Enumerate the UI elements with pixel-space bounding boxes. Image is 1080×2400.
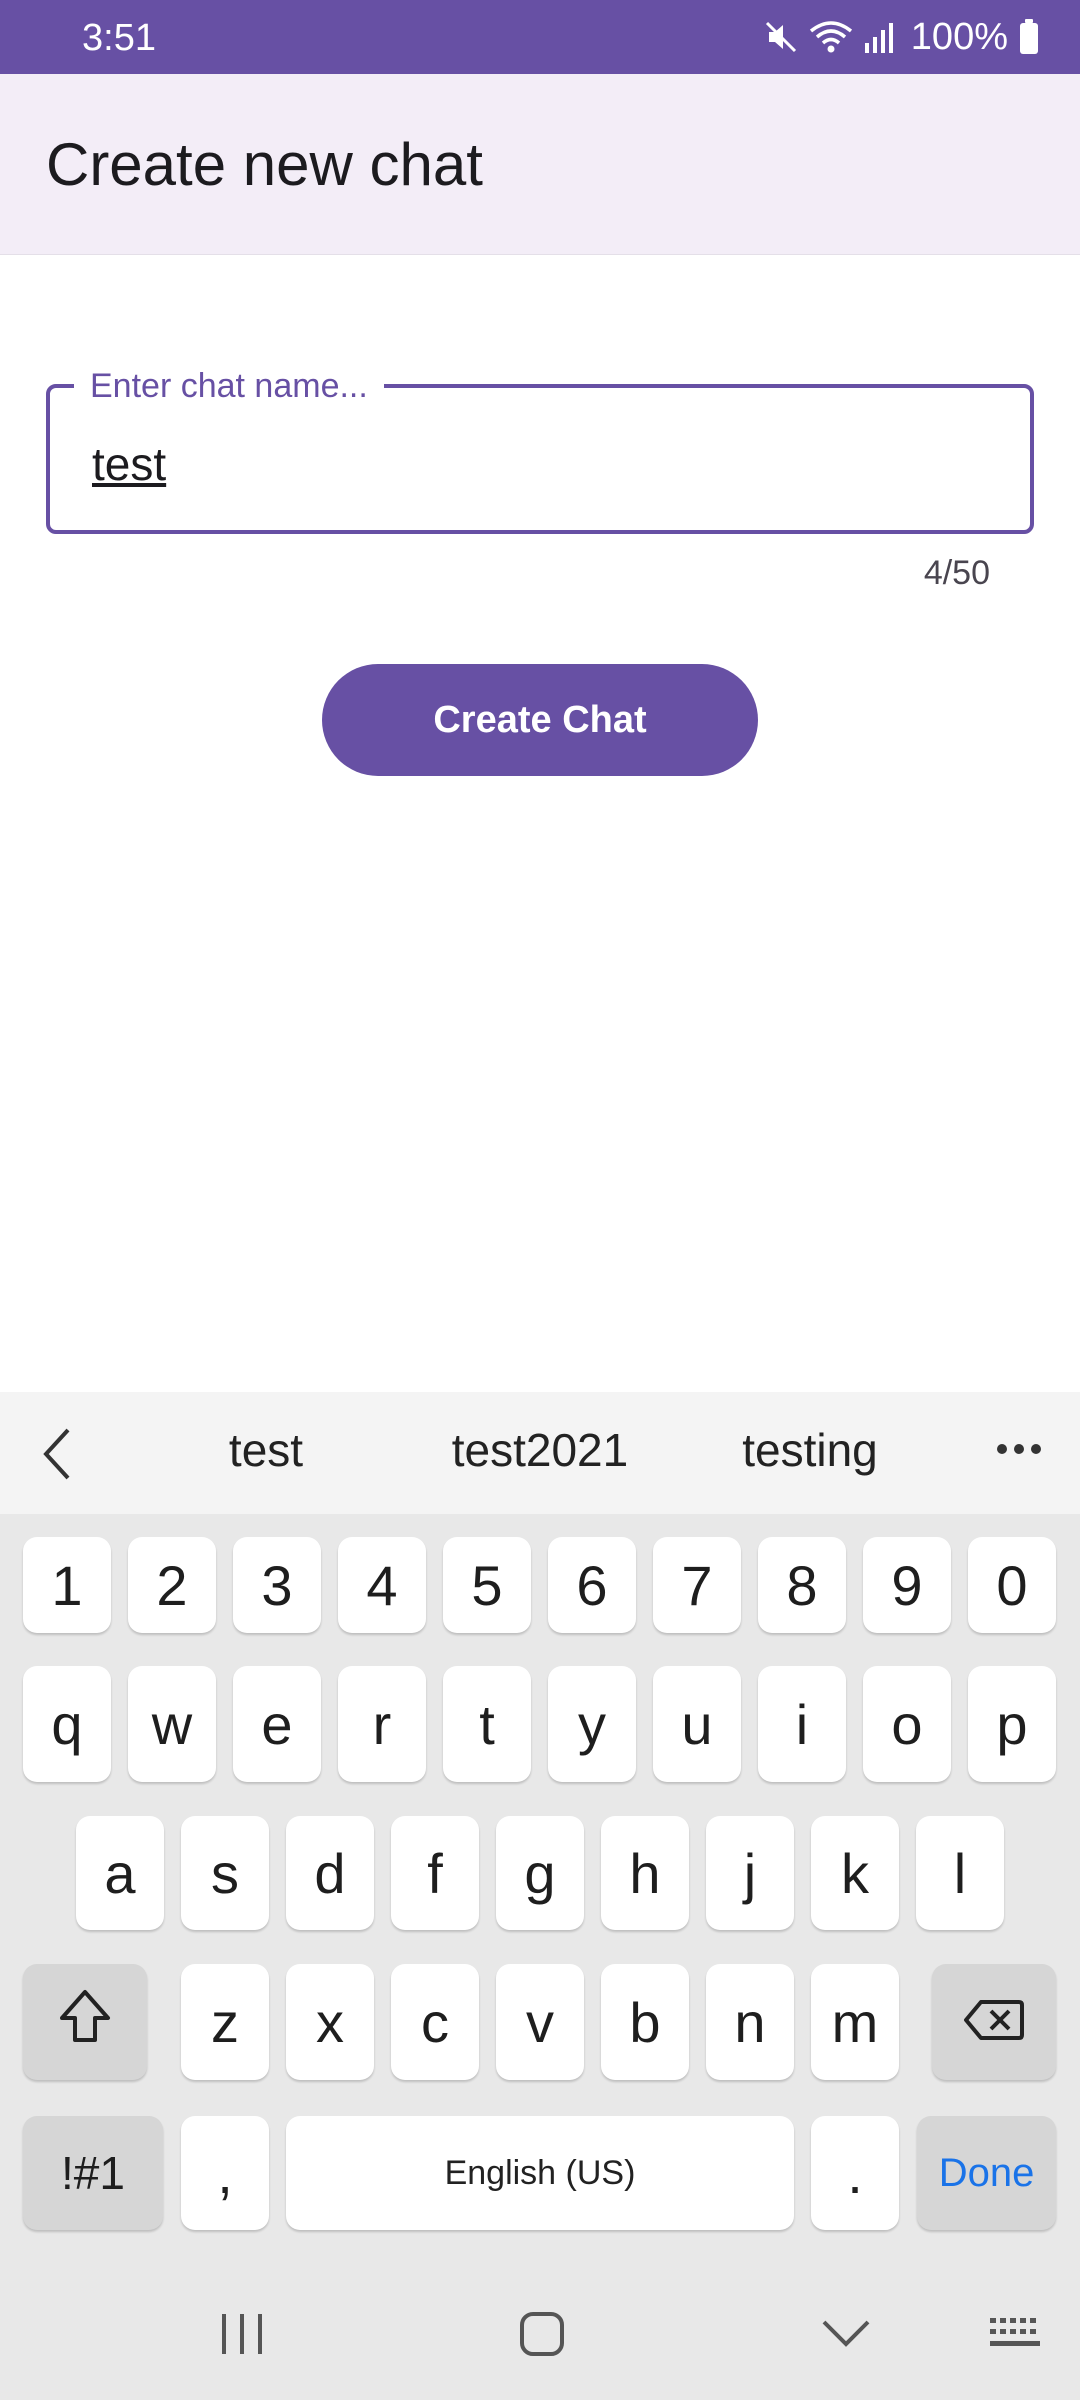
- shift-icon: [58, 1988, 112, 2057]
- chat-name-field[interactable]: Enter chat name...: [46, 364, 1034, 534]
- backspace-icon: [963, 1990, 1025, 2055]
- suggestion-item[interactable]: testing: [710, 1420, 910, 1480]
- create-chat-button[interactable]: Create Chat: [322, 664, 758, 776]
- key-1[interactable]: 1: [23, 1537, 111, 1633]
- key-l[interactable]: l: [916, 1816, 1004, 1930]
- key-v[interactable]: v: [496, 1964, 584, 2080]
- key-p[interactable]: p: [968, 1666, 1056, 1782]
- key-m[interactable]: m: [811, 1964, 899, 2080]
- suggestion-item[interactable]: test2021: [420, 1420, 660, 1480]
- key-k[interactable]: k: [811, 1816, 899, 1930]
- suggestion-bar: test test2021 testing: [0, 1392, 1080, 1514]
- key-q[interactable]: q: [23, 1666, 111, 1782]
- status-time: 3:51: [82, 17, 156, 59]
- key-9[interactable]: 9: [863, 1537, 951, 1633]
- keyboard: test test2021 testing 1 2 3 4 5 6 7 8 9 …: [0, 1392, 1080, 2400]
- key-5[interactable]: 5: [443, 1537, 531, 1633]
- key-b[interactable]: b: [601, 1964, 689, 2080]
- key-s[interactable]: s: [181, 1816, 269, 1930]
- character-counter: 4/50: [923, 554, 990, 592]
- key-7[interactable]: 7: [653, 1537, 741, 1633]
- chat-name-input[interactable]: [92, 434, 992, 494]
- chat-name-label: Enter chat name...: [74, 364, 384, 408]
- wifi-icon: [809, 19, 853, 55]
- period-key[interactable]: .: [811, 2116, 899, 2230]
- key-3[interactable]: 3: [233, 1537, 321, 1633]
- key-c[interactable]: c: [391, 1964, 479, 2080]
- key-0[interactable]: 0: [968, 1537, 1056, 1633]
- key-w[interactable]: w: [128, 1666, 216, 1782]
- app-bar: Create new chat: [0, 74, 1080, 255]
- key-2[interactable]: 2: [128, 1537, 216, 1633]
- suggestion-item[interactable]: test: [186, 1420, 346, 1480]
- comma-key[interactable]: ,: [181, 2116, 269, 2230]
- key-o[interactable]: o: [863, 1666, 951, 1782]
- key-a[interactable]: a: [76, 1816, 164, 1930]
- done-key[interactable]: Done: [917, 2116, 1056, 2230]
- status-bar: 3:51 100%: [0, 0, 1080, 74]
- key-t[interactable]: t: [443, 1666, 531, 1782]
- key-6[interactable]: 6: [548, 1537, 636, 1633]
- navigation-bar: [0, 2270, 1080, 2400]
- key-j[interactable]: j: [706, 1816, 794, 1930]
- key-f[interactable]: f: [391, 1816, 479, 1930]
- page-title: Create new chat: [46, 131, 483, 198]
- key-n[interactable]: n: [706, 1964, 794, 2080]
- key-d[interactable]: d: [286, 1816, 374, 1930]
- key-i[interactable]: i: [758, 1666, 846, 1782]
- key-h[interactable]: h: [601, 1816, 689, 1930]
- battery-icon: [1018, 18, 1040, 56]
- key-y[interactable]: y: [548, 1666, 636, 1782]
- backspace-key[interactable]: [932, 1964, 1056, 2080]
- key-8[interactable]: 8: [758, 1537, 846, 1633]
- signal-icon: [863, 19, 897, 55]
- key-z[interactable]: z: [181, 1964, 269, 2080]
- key-g[interactable]: g: [496, 1816, 584, 1930]
- key-u[interactable]: u: [653, 1666, 741, 1782]
- shift-key[interactable]: [23, 1964, 147, 2080]
- chevron-left-icon[interactable]: [40, 1426, 76, 1487]
- key-e[interactable]: e: [233, 1666, 321, 1782]
- key-4[interactable]: 4: [338, 1537, 426, 1633]
- key-x[interactable]: x: [286, 1964, 374, 2080]
- mute-icon: [763, 19, 799, 55]
- battery-percent: 100%: [910, 16, 1008, 58]
- key-r[interactable]: r: [338, 1666, 426, 1782]
- symbols-key[interactable]: !#1: [23, 2116, 163, 2230]
- space-key[interactable]: English (US): [286, 2116, 794, 2230]
- status-icons: 100%: [763, 14, 1040, 60]
- more-options-icon[interactable]: [996, 1442, 1042, 1460]
